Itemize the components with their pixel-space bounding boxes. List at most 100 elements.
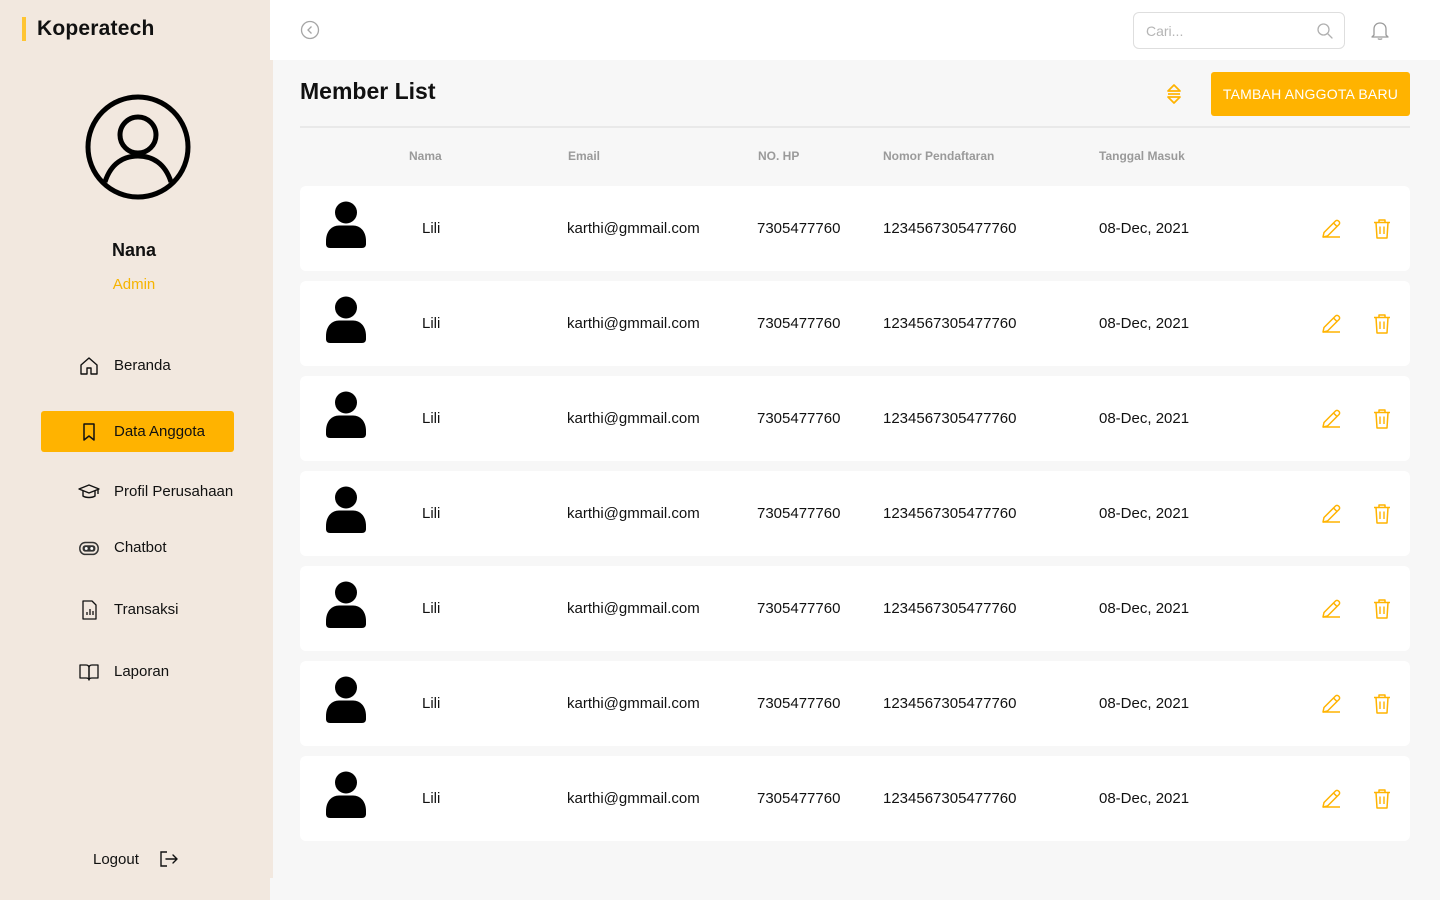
trash-icon[interactable] bbox=[1370, 597, 1394, 621]
table-row: Lili karthi@gmmail.com 7305477760 123456… bbox=[300, 661, 1410, 746]
table-row: Lili karthi@gmmail.com 7305477760 123456… bbox=[300, 186, 1410, 271]
user-avatar-icon bbox=[326, 486, 366, 533]
add-member-button[interactable]: TAMBAH ANGGOTA BARU bbox=[1211, 72, 1410, 116]
edit-icon[interactable] bbox=[1319, 597, 1343, 621]
cell-email: karthi@gmmail.com bbox=[567, 790, 700, 807]
cell-nomor-pendaftaran: 1234567305477760 bbox=[883, 315, 1017, 332]
cell-no-hp: 7305477760 bbox=[757, 220, 841, 237]
graduation-cap-icon bbox=[78, 481, 100, 503]
search-icon[interactable] bbox=[1316, 22, 1334, 40]
trash-icon[interactable] bbox=[1370, 312, 1394, 336]
cell-nama: Lili bbox=[422, 790, 441, 807]
home-icon bbox=[78, 355, 100, 377]
trash-icon[interactable] bbox=[1370, 502, 1394, 526]
sidebar-item-label: Profil Perusahaan bbox=[114, 483, 234, 500]
edit-icon[interactable] bbox=[1319, 217, 1343, 241]
user-role: Admin bbox=[112, 276, 156, 293]
user-circle-icon bbox=[85, 94, 191, 200]
trash-icon[interactable] bbox=[1370, 407, 1394, 431]
cell-email: karthi@gmmail.com bbox=[567, 315, 700, 332]
user-avatar-icon bbox=[326, 771, 366, 818]
brand-accent-bar bbox=[22, 17, 26, 41]
cell-no-hp: 7305477760 bbox=[757, 790, 841, 807]
sidebar-item-transaksi[interactable]: Transaksi bbox=[41, 589, 234, 630]
sidebar-item-laporan[interactable]: Laporan bbox=[41, 651, 234, 692]
column-header-no-hp: NO. HP bbox=[758, 149, 800, 163]
table-row: Lili karthi@gmmail.com 7305477760 123456… bbox=[300, 376, 1410, 461]
sidebar: Koperatech Nana Admin Beranda Data Anggo… bbox=[0, 0, 270, 900]
search-input[interactable] bbox=[1146, 22, 1316, 39]
cell-nomor-pendaftaran: 1234567305477760 bbox=[883, 410, 1017, 427]
sort-icon[interactable] bbox=[1163, 82, 1185, 106]
sidebar-item-chatbot[interactable]: Chatbot bbox=[41, 527, 234, 568]
sidebar-edge bbox=[270, 60, 273, 878]
robot-icon bbox=[78, 537, 100, 559]
bell-icon[interactable] bbox=[1369, 19, 1391, 41]
cell-no-hp: 7305477760 bbox=[757, 505, 841, 522]
user-name: Nana bbox=[111, 240, 156, 260]
cell-no-hp: 7305477760 bbox=[757, 695, 841, 712]
page-title: Member List bbox=[300, 78, 436, 104]
cell-nomor-pendaftaran: 1234567305477760 bbox=[883, 790, 1017, 807]
brand-logo[interactable]: Koperatech bbox=[22, 16, 155, 42]
edit-icon[interactable] bbox=[1319, 407, 1343, 431]
sidebar-item-profil-perusahaan[interactable]: Profil Perusahaan bbox=[41, 471, 261, 512]
cell-tanggal-masuk: 08-Dec, 2021 bbox=[1099, 790, 1190, 807]
header-divider bbox=[300, 126, 1410, 128]
trash-icon[interactable] bbox=[1370, 217, 1394, 241]
cell-no-hp: 7305477760 bbox=[757, 600, 841, 617]
column-header-email: Email bbox=[568, 149, 601, 163]
user-avatar-icon bbox=[326, 676, 366, 723]
cell-email: karthi@gmmail.com bbox=[567, 410, 700, 427]
user-avatar-icon bbox=[326, 391, 366, 438]
brand-name: Koperatech bbox=[37, 17, 155, 40]
cell-tanggal-masuk: 08-Dec, 2021 bbox=[1099, 505, 1190, 522]
column-header-tanggal-masuk: Tanggal Masuk bbox=[1099, 149, 1185, 163]
collapse-sidebar-icon[interactable] bbox=[299, 19, 321, 41]
cell-nama: Lili bbox=[422, 315, 441, 332]
edit-icon[interactable] bbox=[1319, 502, 1343, 526]
user-avatar-icon bbox=[326, 296, 366, 343]
trash-icon[interactable] bbox=[1370, 787, 1394, 811]
cell-email: karthi@gmmail.com bbox=[567, 600, 700, 617]
table-row: Lili karthi@gmmail.com 7305477760 123456… bbox=[300, 471, 1410, 556]
search-box bbox=[1133, 12, 1345, 49]
cell-email: karthi@gmmail.com bbox=[567, 505, 700, 522]
cell-nama: Lili bbox=[422, 600, 441, 617]
cell-tanggal-masuk: 08-Dec, 2021 bbox=[1099, 695, 1190, 712]
cell-nomor-pendaftaran: 1234567305477760 bbox=[883, 220, 1017, 237]
user-avatar-icon bbox=[326, 581, 366, 628]
cell-nomor-pendaftaran: 1234567305477760 bbox=[883, 695, 1017, 712]
edit-icon[interactable] bbox=[1319, 692, 1343, 716]
column-header-nama: Nama bbox=[409, 149, 442, 163]
table-row: Lili karthi@gmmail.com 7305477760 123456… bbox=[300, 756, 1410, 841]
cell-no-hp: 7305477760 bbox=[757, 410, 841, 427]
receipt-icon bbox=[78, 599, 100, 621]
cell-tanggal-masuk: 08-Dec, 2021 bbox=[1099, 220, 1190, 237]
cell-tanggal-masuk: 08-Dec, 2021 bbox=[1099, 315, 1190, 332]
sidebar-item-data-anggota[interactable]: Data Anggota bbox=[41, 411, 234, 452]
cell-tanggal-masuk: 08-Dec, 2021 bbox=[1099, 600, 1190, 617]
table-row: Lili karthi@gmmail.com 7305477760 123456… bbox=[300, 566, 1410, 651]
cell-email: karthi@gmmail.com bbox=[567, 220, 700, 237]
column-header-nomor-pendaftaran: Nomor Pendaftaran bbox=[883, 149, 995, 163]
sidebar-item-label: Transaksi bbox=[114, 601, 179, 618]
sidebar-item-label: Laporan bbox=[114, 663, 170, 680]
cell-email: karthi@gmmail.com bbox=[567, 695, 700, 712]
sidebar-item-label: Chatbot bbox=[114, 539, 167, 556]
edit-icon[interactable] bbox=[1319, 312, 1343, 336]
table-row: Lili karthi@gmmail.com 7305477760 123456… bbox=[300, 281, 1410, 366]
logout-label: Logout bbox=[93, 850, 139, 868]
sidebar-item-label: Data Anggota bbox=[114, 423, 205, 440]
cell-nama: Lili bbox=[422, 505, 441, 522]
sidebar-item-label: Beranda bbox=[114, 357, 171, 374]
cell-nama: Lili bbox=[422, 410, 441, 427]
cell-no-hp: 7305477760 bbox=[757, 315, 841, 332]
cell-nomor-pendaftaran: 1234567305477760 bbox=[883, 505, 1017, 522]
sidebar-item-beranda[interactable]: Beranda bbox=[41, 345, 234, 386]
logout-button[interactable]: Logout bbox=[93, 848, 181, 870]
edit-icon[interactable] bbox=[1319, 787, 1343, 811]
book-icon bbox=[78, 661, 100, 683]
cell-nama: Lili bbox=[422, 220, 441, 237]
trash-icon[interactable] bbox=[1370, 692, 1394, 716]
